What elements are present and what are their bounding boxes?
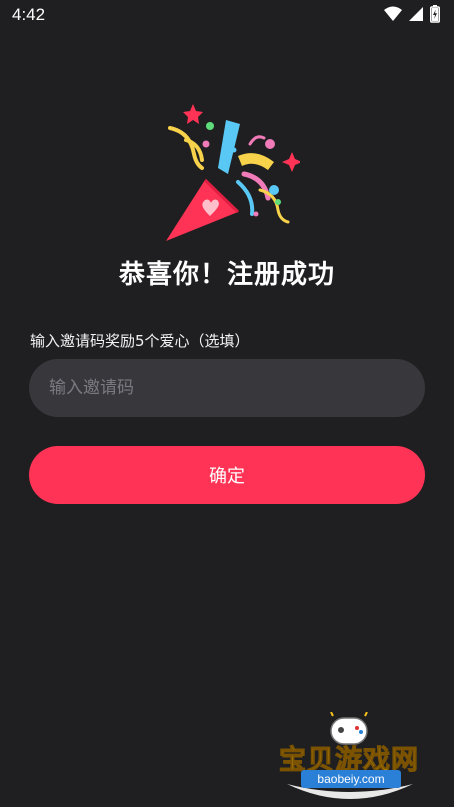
invite-code-label: 输入邀请码奖励5个爱心（选填） — [30, 332, 250, 350]
status-time: 4:42 — [12, 5, 46, 24]
status-bar: 4:42 — [0, 0, 454, 32]
cell-signal-icon — [408, 6, 424, 22]
status-icons — [384, 5, 440, 23]
watermark-url: baobeiy.com — [301, 770, 401, 788]
invite-code-input[interactable] — [29, 359, 425, 417]
registration-success-screen: 4:42 恭喜你！注册成功 输入邀请码奖励5个爱心（选填） 输入邀请码 确定 宝… — [0, 0, 454, 807]
watermark-logo: 宝贝游戏网 baobeiy.com — [275, 708, 425, 804]
page-title: 恭喜你！注册成功 — [118, 260, 335, 290]
wifi-icon — [384, 6, 402, 22]
confirm-button[interactable]: 确定 — [29, 446, 425, 504]
battery-charging-icon — [430, 5, 440, 23]
party-popper-icon — [160, 104, 302, 244]
